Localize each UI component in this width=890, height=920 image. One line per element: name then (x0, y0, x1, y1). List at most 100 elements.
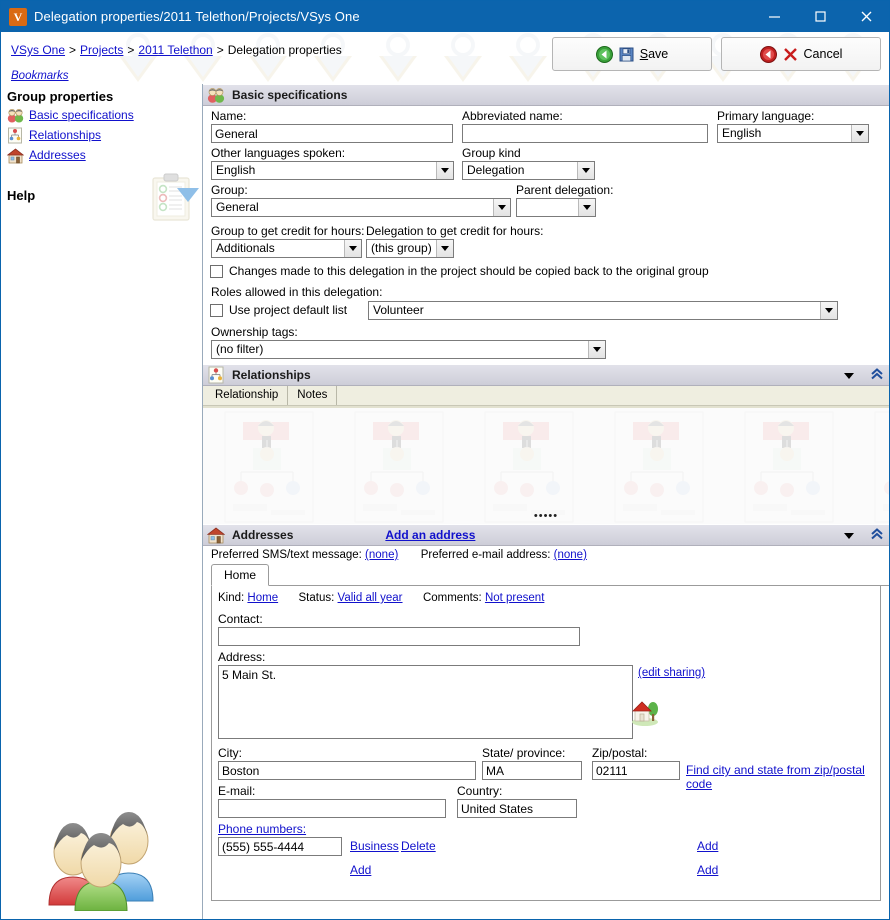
address-textarea[interactable]: 5 Main St. (218, 665, 633, 739)
phone-add-link[interactable]: Add (350, 863, 371, 877)
edit-sharing-link[interactable]: (edit sharing) (638, 667, 705, 679)
sidebar-item-addresses[interactable]: Addresses (7, 146, 134, 164)
other-languages-select[interactable]: English (211, 161, 454, 180)
section-title: Relationships (232, 368, 311, 382)
ownership-tags-value: (no filter) (212, 341, 605, 358)
phone-input[interactable] (218, 837, 342, 856)
sidebar-item-basic-specifications[interactable]: Basic specifications (7, 106, 134, 124)
chevron-down-icon[interactable] (844, 373, 854, 379)
breadcrumb-item-vsys-one[interactable]: VSys One (11, 43, 65, 57)
breadcrumb-separator: > (69, 43, 76, 57)
red-x-icon (783, 47, 798, 62)
roles-select[interactable]: Volunteer (368, 301, 838, 320)
other-languages-value: English (212, 162, 453, 179)
breadcrumb-separator: > (217, 43, 224, 57)
window-controls (751, 1, 889, 32)
chevron-down-icon[interactable] (577, 162, 594, 179)
window-title: Delegation properties/2011 Telethon/Proj… (34, 9, 360, 24)
group-select[interactable]: General (211, 198, 511, 217)
phone-delete-link[interactable]: Delete (401, 839, 436, 853)
group-kind-label: Group kind (462, 146, 521, 160)
tab-notes[interactable]: Notes (288, 386, 337, 405)
address-label: Address: (218, 650, 265, 664)
section-header-relationships[interactable]: Relationships (203, 364, 889, 386)
relationship-chart-icon (207, 366, 225, 384)
cancel-button-label: Cancel (804, 47, 843, 61)
delegation-credit-select[interactable]: (this group) (366, 239, 454, 258)
people-icon (207, 86, 225, 104)
breadcrumb-separator: > (127, 43, 134, 57)
state-input[interactable] (482, 761, 582, 780)
parent-delegation-select[interactable] (516, 198, 596, 217)
section-title: Basic specifications (232, 88, 347, 102)
right-add-link-1[interactable]: Add (697, 839, 718, 853)
bookmarks-link[interactable]: Bookmarks (11, 70, 69, 82)
status-label: Status: (299, 592, 335, 604)
kind-label: Kind: (218, 592, 244, 604)
ownership-tags-select[interactable]: (no filter) (211, 340, 606, 359)
chevron-down-icon[interactable] (344, 240, 361, 257)
primary-language-select[interactable]: English (717, 124, 869, 143)
sidebar-item-label[interactable]: Addresses (29, 148, 86, 162)
contact-input[interactable] (218, 627, 580, 646)
resize-grip[interactable]: ••••• (534, 510, 558, 522)
phone-type-link[interactable]: Business (350, 839, 399, 853)
breadcrumb-item-projects[interactable]: Projects (80, 43, 123, 57)
name-input[interactable] (211, 124, 453, 143)
chevron-down-icon[interactable] (578, 199, 595, 216)
find-city-from-zip-link[interactable]: Find city and state from zip/postal code (686, 763, 880, 791)
sidebar: Group properties Basic specificatio (1, 84, 202, 919)
preferred-email-value-link[interactable]: (none) (554, 549, 587, 561)
other-languages-label: Other languages spoken: (211, 146, 345, 160)
ownership-tags-label: Ownership tags: (211, 325, 298, 339)
sidebar-item-relationships[interactable]: Relationships (7, 126, 134, 144)
chevron-down-icon[interactable] (588, 341, 605, 358)
country-input[interactable] (457, 799, 577, 818)
floppy-disk-icon (619, 47, 634, 62)
use-default-list-checkbox[interactable] (210, 304, 223, 317)
city-input[interactable] (218, 761, 476, 780)
cancel-button[interactable]: Cancel (721, 37, 881, 71)
copy-back-checkbox-row[interactable]: Changes made to this delegation in the p… (210, 264, 709, 278)
section-header-basic-specifications[interactable]: Basic specifications (203, 84, 889, 106)
sidebar-item-label[interactable]: Relationships (29, 128, 101, 142)
collapse-double-chevron-up-icon[interactable] (870, 367, 884, 385)
maximize-icon[interactable] (797, 1, 843, 32)
minimize-icon[interactable] (751, 1, 797, 32)
add-an-address-link[interactable]: Add an address (385, 528, 475, 542)
use-default-checkbox-row[interactable]: Use project default list (210, 303, 347, 317)
breadcrumb-item-2011-telethon[interactable]: 2011 Telethon (138, 43, 212, 57)
close-icon[interactable] (843, 1, 889, 32)
chevron-down-icon[interactable] (844, 533, 854, 539)
sidebar-nav-list: Basic specifications (7, 106, 134, 166)
save-button[interactable]: Save (552, 37, 712, 71)
right-add-link-2[interactable]: Add (697, 863, 718, 877)
group-credit-select[interactable]: Additionals (211, 239, 362, 258)
preferred-sms-value-link[interactable]: (none) (365, 549, 398, 561)
chevron-down-icon[interactable] (436, 162, 453, 179)
kind-value-link[interactable]: Home (247, 592, 278, 604)
chevron-down-icon[interactable] (493, 199, 510, 216)
zip-input[interactable] (592, 761, 680, 780)
delegation-credit-label: Delegation to get credit for hours: (366, 224, 543, 238)
house-map-icon[interactable] (630, 696, 660, 726)
abbreviated-name-input[interactable] (462, 124, 708, 143)
tab-home[interactable]: Home (211, 564, 269, 586)
chevron-down-icon[interactable] (820, 302, 837, 319)
status-value-link[interactable]: Valid all year (338, 592, 403, 604)
email-input[interactable] (218, 799, 446, 818)
chevron-down-icon[interactable] (851, 125, 868, 142)
copy-back-checkbox[interactable] (210, 265, 223, 278)
sidebar-item-label[interactable]: Basic specifications (29, 108, 134, 122)
comments-value-link[interactable]: Not present (485, 592, 544, 604)
tab-relationship[interactable]: Relationship (206, 386, 288, 405)
group-kind-select[interactable]: Delegation (462, 161, 595, 180)
phone-numbers-label[interactable]: Phone numbers: (218, 822, 306, 836)
roles-value: Volunteer (369, 302, 837, 319)
group-label: Group: (211, 183, 248, 197)
collapse-double-chevron-up-icon[interactable] (870, 527, 884, 545)
breadcrumb: VSys One>Projects>2011 Telethon>Delegati… (11, 43, 342, 57)
help-expand-triangle-icon[interactable] (177, 188, 199, 202)
chevron-down-icon[interactable] (436, 240, 453, 257)
section-header-addresses[interactable]: Addresses Add an address (203, 524, 889, 546)
